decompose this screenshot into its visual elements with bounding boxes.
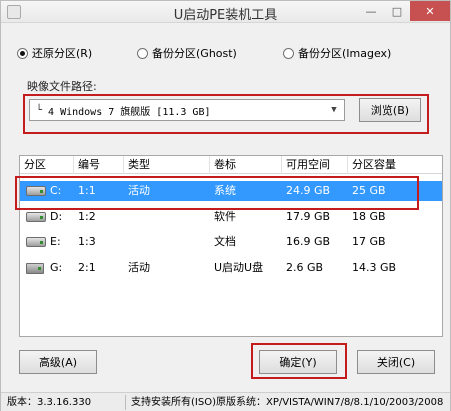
partition-number: 2:1 xyxy=(78,261,96,274)
radio-label: 备份分区(Imagex) xyxy=(298,47,392,60)
minimize-button[interactable]: — xyxy=(358,1,384,21)
partition-number: 1:2 xyxy=(78,210,96,223)
status-bar: 版本：3.3.16.330 支持安装所有(ISO)原版系统：XP/VISTA/W… xyxy=(1,392,450,411)
table-header: 分区 编号 类型 卷标 可用空间 分区容量 xyxy=(20,156,442,174)
volume-label: 文档 xyxy=(214,235,236,248)
free-space: 2.6 GB xyxy=(286,261,324,274)
drive-letter: C: xyxy=(50,184,62,197)
partition-capacity: 18 GB xyxy=(352,210,386,223)
image-file-value: 4 Windows 7 旗舰版 [11.3 GB] xyxy=(48,106,211,118)
advanced-button[interactable]: 高级(A) xyxy=(19,350,97,374)
hard-disk-icon xyxy=(26,237,46,247)
table-row[interactable]: C: 1:1 活动 系统 24.9 GB 25 GB xyxy=(20,181,442,201)
partition-capacity: 14.3 GB xyxy=(352,261,397,274)
column-header-partition[interactable]: 分区 xyxy=(20,156,74,174)
volume-label: 软件 xyxy=(214,210,236,223)
version-text: 版本：3.3.16.330 xyxy=(7,397,92,408)
confirm-button[interactable]: 确定(Y) xyxy=(259,350,337,374)
image-file-select[interactable]: └ 4 Windows 7 旗舰版 [11.3 GB] ▼ xyxy=(29,99,345,121)
partition-table: 分区 编号 类型 卷标 可用空间 分区容量 C: 1:1 活动 系统 24.9 … xyxy=(19,155,443,337)
drive-letter: D: xyxy=(50,210,63,223)
table-row[interactable]: G: 2:1 活动 U启动U盘 2.6 GB 14.3 GB xyxy=(20,258,442,278)
radio-restore-partition[interactable]: 还原分区(R) xyxy=(17,45,137,61)
hard-disk-icon xyxy=(26,186,46,196)
partition-number: 1:1 xyxy=(78,184,96,197)
radio-indicator xyxy=(137,47,148,59)
radio-indicator xyxy=(17,47,28,59)
hard-disk-icon xyxy=(26,212,46,222)
maximize-button[interactable]: □ xyxy=(384,1,410,21)
column-header-free-space[interactable]: 可用空间 xyxy=(282,156,348,174)
partition-number: 1:3 xyxy=(78,235,96,248)
usb-drive-icon xyxy=(26,263,44,274)
close-button[interactable]: 关闭(C) xyxy=(357,350,435,374)
radio-backup-ghost[interactable]: 备份分区(Ghost) xyxy=(137,45,283,61)
radio-backup-imagex[interactable]: 备份分区(Imagex) xyxy=(283,45,391,61)
column-header-number[interactable]: 编号 xyxy=(74,156,124,174)
title-bar: U启动PE装机工具 — □ ✕ xyxy=(1,1,450,23)
free-space: 17.9 GB xyxy=(286,210,331,223)
radio-label: 备份分区(Ghost) xyxy=(152,47,237,60)
radio-label: 还原分区(R) xyxy=(32,47,93,60)
partition-type xyxy=(124,207,128,227)
partition-capacity: 17 GB xyxy=(352,235,386,248)
status-divider xyxy=(125,395,126,410)
installer-window: U启动PE装机工具 — □ ✕ 还原分区(R) 备份分区(Ghost) 备份分区… xyxy=(0,0,451,411)
window-controls: — □ ✕ xyxy=(358,1,450,21)
drive-letter: E: xyxy=(50,235,61,248)
partition-capacity: 25 GB xyxy=(352,184,386,197)
table-row[interactable]: D: 1:2 软件 17.9 GB 18 GB xyxy=(20,207,442,227)
partition-type: 活动 xyxy=(128,261,150,274)
table-row[interactable]: E: 1:3 文档 16.9 GB 17 GB xyxy=(20,232,442,252)
column-header-capacity[interactable]: 分区容量 xyxy=(348,156,444,174)
image-path-label: 映像文件路径: xyxy=(27,80,97,93)
column-header-type[interactable]: 类型 xyxy=(124,156,210,174)
browse-button[interactable]: 浏览(B) xyxy=(359,98,421,122)
partition-type xyxy=(124,232,128,252)
column-header-label[interactable]: 卷标 xyxy=(210,156,282,174)
volume-label: 系统 xyxy=(214,184,236,197)
free-space: 24.9 GB xyxy=(286,184,331,197)
radio-indicator xyxy=(283,47,294,59)
volume-label: U启动U盘 xyxy=(214,261,264,274)
free-space: 16.9 GB xyxy=(286,235,331,248)
mode-radio-group: 还原分区(R) 备份分区(Ghost) 备份分区(Imagex) xyxy=(17,45,442,61)
close-window-button[interactable]: ✕ xyxy=(410,1,450,21)
supported-systems-text: 支持安装所有(ISO)原版系统：XP/VISTA/WIN7/8/8.1/10/2… xyxy=(131,397,444,408)
partition-type: 活动 xyxy=(128,184,150,197)
tree-corner-icon: └ xyxy=(36,104,43,116)
chevron-down-icon[interactable]: ▼ xyxy=(326,102,342,118)
drive-letter: G: xyxy=(50,261,63,274)
